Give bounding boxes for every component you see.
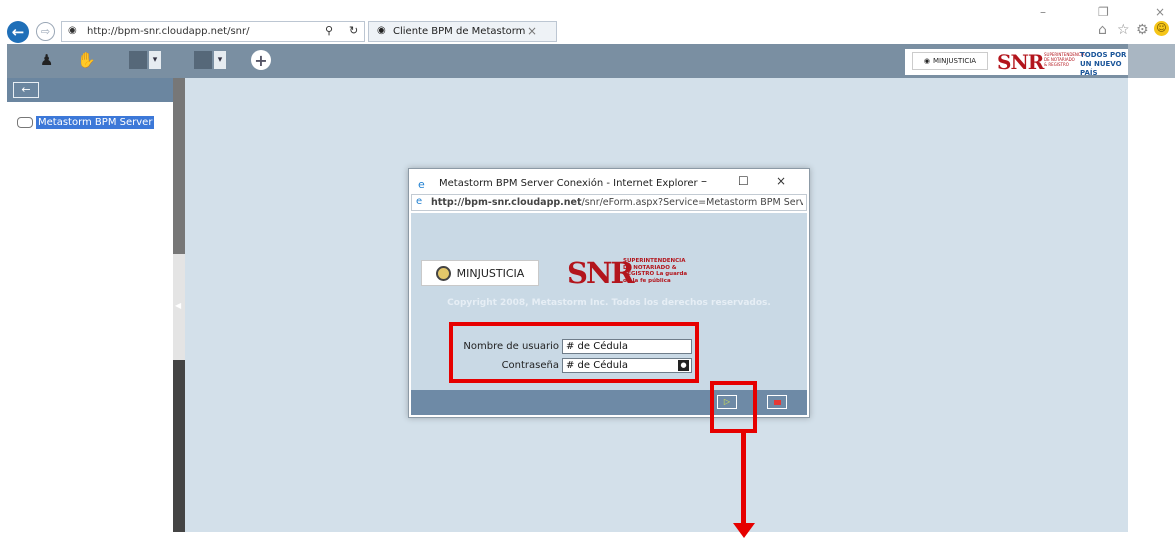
annotation-box-credentials	[449, 322, 699, 383]
minjusticia-label: MINJUSTICIA	[456, 266, 525, 280]
dialog-url-host: http://bpm-snr.cloudapp.net	[431, 197, 582, 208]
stop-square	[773, 399, 781, 405]
stop-icon[interactable]	[767, 395, 787, 409]
close-window-icon[interactable]: ×	[1155, 5, 1165, 19]
tab-title: Cliente BPM de Metastorm	[393, 26, 526, 37]
home-icon[interactable]: ⌂	[1098, 22, 1107, 38]
server-icon	[17, 117, 33, 128]
seal-icon	[435, 265, 451, 281]
briefcase-icon	[194, 51, 212, 69]
snr-subtitle: SUPERINTENDENCIA DE NOTARIADO & REGISTRO	[1044, 52, 1085, 67]
ie-icon: e	[416, 196, 423, 207]
site-icon: ◉	[68, 25, 77, 36]
star-icon[interactable]: ☆	[1117, 22, 1130, 38]
chevron-down-icon: ▾	[149, 51, 161, 69]
minimize-icon[interactable]: –	[1040, 5, 1046, 19]
browser-tab[interactable]: ◉ Cliente BPM de Metastorm ×	[368, 21, 557, 42]
collapse-icon[interactable]: ◀	[175, 301, 181, 310]
todos-por-un-nuevo-pais-logo: TODOS POR UN NUEVO PAÍS	[1080, 51, 1127, 77]
chevron-down-icon: ▾	[214, 51, 226, 69]
restore-icon[interactable]: ❐	[1098, 5, 1109, 19]
seal-icon: ◉	[923, 57, 931, 65]
sidebar-item-metastorm-server[interactable]: Metastorm BPM Server	[17, 116, 155, 129]
app-toolbar: ♟ ✋ ▾ ▾ + ◉ MINJUSTICIA SNR SUPERINTENDE…	[7, 44, 1175, 78]
dialog-title: Metastorm BPM Server Conexión - Internet…	[439, 178, 698, 189]
browser-chrome: ← ⇨ ◉ http://bpm-snr.cloudapp.net/snr/ ⚲…	[0, 0, 1175, 44]
dialog-minimize-icon[interactable]: –	[701, 174, 707, 188]
sidebar-header: ←	[7, 78, 173, 102]
annotation-arrow-head	[733, 523, 755, 538]
forward-arrow-icon[interactable]: ⇨	[36, 22, 55, 41]
address-text: http://bpm-snr.cloudapp.net/snr/	[87, 26, 250, 37]
sidebar: ← Metastorm BPM Server	[7, 78, 173, 532]
gear-icon[interactable]: ⚙	[1136, 22, 1149, 38]
search-icon[interactable]: ⚲	[325, 24, 333, 37]
forms-menu-button[interactable]: ▾	[129, 51, 161, 69]
header-logos: ◉ MINJUSTICIA SNR SUPERINTENDENCIA DE NO…	[905, 49, 1135, 77]
user-icon[interactable]: ♟	[40, 51, 53, 69]
dialog-url-path: /snr/eForm.aspx?Service=Metastorm BPM Se…	[581, 197, 803, 208]
snr-subtitle: SUPERINTENDENCIA DE NOTARIADO & REGISTRO…	[623, 258, 688, 284]
ie-icon: e	[418, 178, 425, 191]
smiley-icon[interactable]: ☺	[1154, 21, 1169, 36]
minjusticia-logo: MINJUSTICIA	[421, 260, 539, 286]
site-icon: ◉	[377, 25, 386, 36]
snr-logo: SNR	[997, 50, 1044, 74]
annotation-box-submit	[710, 381, 757, 433]
dialog-url-bar: e http://bpm-snr.cloudapp.net/snr/eForm.…	[411, 194, 807, 211]
refresh-icon[interactable]: ↻	[349, 24, 358, 37]
panel-splitter[interactable]: ◀	[173, 78, 185, 532]
back-panel-icon[interactable]: ←	[13, 82, 39, 98]
dialog-url: http://bpm-snr.cloudapp.net/snr/eForm.as…	[431, 197, 803, 208]
toolbar-tail	[1128, 44, 1175, 78]
briefcase-menu-button[interactable]: ▾	[194, 51, 226, 69]
handshake-icon[interactable]: ✋	[77, 51, 96, 69]
close-tab-icon[interactable]: ×	[527, 24, 537, 38]
minjusticia-logo: ◉ MINJUSTICIA	[912, 52, 988, 70]
document-icon	[129, 51, 147, 69]
sidebar-item-label: Metastorm BPM Server	[36, 116, 155, 129]
dialog-close-icon[interactable]: ×	[776, 174, 786, 188]
back-arrow-icon[interactable]: ←	[7, 21, 29, 43]
address-bar[interactable]: ◉ http://bpm-snr.cloudapp.net/snr/ ⚲ ↻	[61, 21, 365, 42]
minjusticia-label: MINJUSTICIA	[933, 57, 977, 65]
annotation-arrow-shaft	[741, 433, 746, 526]
copyright-text: Copyright 2008, Metastorm Inc. Todos los…	[447, 298, 771, 308]
dialog-maximize-icon[interactable]: ☐	[738, 174, 749, 188]
plus-icon[interactable]: +	[251, 50, 271, 70]
